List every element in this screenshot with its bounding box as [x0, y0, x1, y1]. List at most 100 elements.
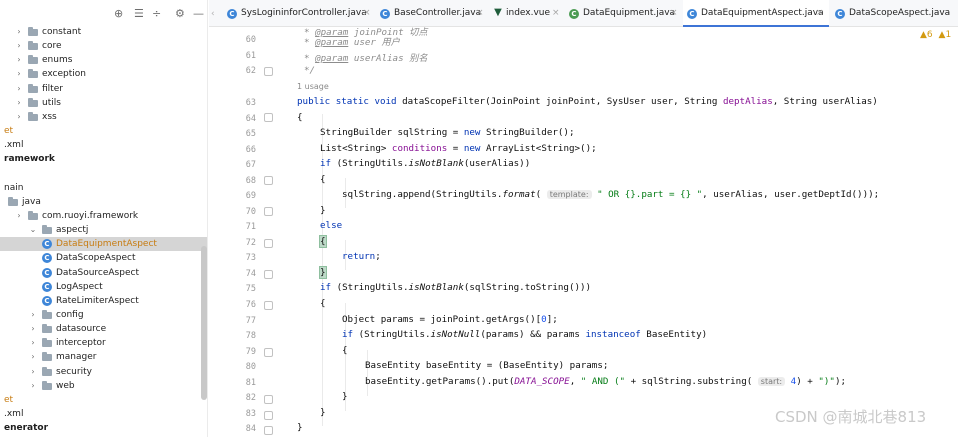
code-line: BaseEntity baseEntity = (BaseEntity) par… [365, 360, 609, 371]
tree-item[interactable]: enerator [0, 421, 207, 435]
line-number: 65 [245, 129, 256, 139]
tree-item-label: nain [4, 182, 24, 193]
class-icon: C [42, 295, 52, 306]
tab-dataequipmentaspect[interactable]: C DataEquipmentAspect.java × [683, 0, 829, 27]
close-icon[interactable]: × [816, 0, 824, 27]
tree-item[interactable]: C RateLimiterAspect [0, 294, 207, 308]
tree-item[interactable]: C DataScopeAspect [0, 251, 207, 265]
tree-item[interactable]: › exception [0, 67, 207, 81]
fold-marker[interactable] [264, 270, 273, 279]
tree-item[interactable]: › core [0, 39, 207, 53]
tree-item[interactable]: › interceptor [0, 336, 207, 350]
code-line: } [342, 391, 348, 402]
folder-icon [28, 55, 38, 65]
chevron-right-icon[interactable]: › [14, 110, 24, 124]
tree-item[interactable]: nain [0, 181, 207, 195]
tree-item[interactable]: › manager [0, 350, 207, 364]
chevron-right-icon[interactable]: › [14, 96, 24, 110]
tree-item[interactable]: java [0, 195, 207, 209]
code-editor[interactable]: 60 61 62 63 64 65 66 67 68 69 70 71 72 73 74 75 76 77 78 79… [209, 27, 958, 437]
tree-item-label: DataEquipmentAspect [56, 239, 157, 250]
tab-dataequipment[interactable]: C DataEquipment.java × [566, 0, 682, 27]
chevron-right-icon[interactable]: › [14, 39, 24, 53]
tree-item[interactable]: et [0, 124, 207, 138]
chevron-right-icon[interactable]: › [28, 379, 38, 393]
tree-item-label: exception [42, 69, 86, 80]
tree-item[interactable]: › utils [0, 96, 207, 110]
tree-item[interactable]: › constant [0, 25, 207, 39]
expand-all-icon[interactable]: ☰ [134, 7, 144, 21]
tree-item[interactable]: et [0, 393, 207, 407]
chevron-right-icon[interactable]: › [28, 322, 38, 336]
tree-item[interactable]: ⌄ aspectj [0, 223, 207, 237]
tree-item-label: web [56, 380, 75, 391]
collapse-all-icon[interactable]: ÷ [152, 7, 161, 21]
fold-marker[interactable] [264, 348, 273, 357]
fold-marker[interactable] [264, 411, 273, 420]
tree-item[interactable]: › com.ruoyi.framework [0, 209, 207, 223]
fold-marker[interactable] [264, 301, 273, 310]
tree-item[interactable]: .xml [0, 407, 207, 421]
gear-icon[interactable]: ⚙ [175, 7, 185, 21]
line-number: 71 [245, 222, 256, 232]
tree-item-label: DataScopeAspect [56, 253, 136, 264]
fold-marker[interactable] [264, 113, 273, 122]
code-line: } [320, 205, 326, 216]
close-icon[interactable]: × [670, 0, 678, 27]
folder-icon [42, 366, 52, 376]
chevron-right-icon[interactable]: › [14, 53, 24, 67]
tree-item[interactable]: C LogAspect [0, 280, 207, 294]
tree-item[interactable]: › config [0, 308, 207, 322]
tree-item-label: et [4, 394, 14, 405]
chevron-right-icon[interactable]: › [14, 82, 24, 96]
close-icon[interactable]: × [552, 0, 560, 27]
chevron-right-icon[interactable]: › [14, 67, 24, 81]
tab-basecontroller[interactable]: C BaseController.java × [376, 0, 488, 27]
tab-index-vue[interactable]: ▼ index.vue × [490, 0, 564, 27]
code-line: } [319, 266, 327, 279]
tree-item[interactable]: › web [0, 379, 207, 393]
chevron-right-icon[interactable]: › [28, 336, 38, 350]
code-line: } [320, 407, 326, 418]
tab-datascopeaspect[interactable]: C DataScopeAspect.java [831, 0, 958, 27]
usage-hint[interactable]: 1 usage [297, 82, 329, 91]
fold-marker[interactable] [264, 395, 273, 404]
chevron-down-icon[interactable]: ⌄ [28, 223, 38, 237]
fold-marker[interactable] [264, 176, 273, 185]
tree-item[interactable]: › security [0, 365, 207, 379]
tree-item[interactable]: .xml [0, 138, 207, 152]
code-line: sqlString.append(StringUtils.format( tem… [342, 189, 880, 200]
chevron-right-icon[interactable]: › [28, 308, 38, 322]
folder-icon [42, 338, 52, 348]
tree-item[interactable]: C DataSourceAspect [0, 266, 207, 280]
line-number: 81 [245, 378, 256, 388]
close-icon[interactable]: × [476, 0, 484, 27]
chevron-right-icon[interactable]: › [28, 350, 38, 364]
target-icon[interactable]: ⊕ [114, 7, 123, 21]
close-icon[interactable]: × [363, 0, 371, 27]
chevron-right-icon[interactable]: › [14, 209, 24, 223]
tree-item[interactable] [0, 167, 207, 181]
tree-item-label: datasource [56, 324, 107, 335]
minimize-icon[interactable]: — [193, 7, 204, 21]
fold-marker[interactable] [264, 426, 273, 435]
fold-marker[interactable] [264, 207, 273, 216]
tree-scrollbar[interactable] [201, 246, 207, 400]
folder-icon [42, 380, 52, 390]
tree-item[interactable]: C DataEquipmentAspect [0, 237, 207, 252]
fold-marker[interactable] [264, 239, 273, 248]
chevron-right-icon[interactable]: › [14, 25, 24, 39]
tree-item[interactable]: › datasource [0, 322, 207, 336]
tree-item-label: et [4, 126, 14, 137]
tree-item[interactable]: › xss [0, 110, 207, 124]
fold-marker[interactable] [264, 67, 273, 76]
tree-item[interactable]: ramework [0, 152, 207, 166]
tab-scroll-left-icon[interactable]: ‹ [211, 9, 215, 19]
line-number: 77 [245, 316, 256, 326]
chevron-right-icon[interactable]: › [28, 365, 38, 379]
folder-icon [8, 196, 18, 206]
tree-item[interactable]: › enums [0, 53, 207, 67]
tab-syslogininforcontroller[interactable]: C SysLogininforController.java × [223, 0, 375, 27]
tree-item[interactable]: › filter [0, 82, 207, 96]
line-number: 73 [245, 253, 256, 263]
